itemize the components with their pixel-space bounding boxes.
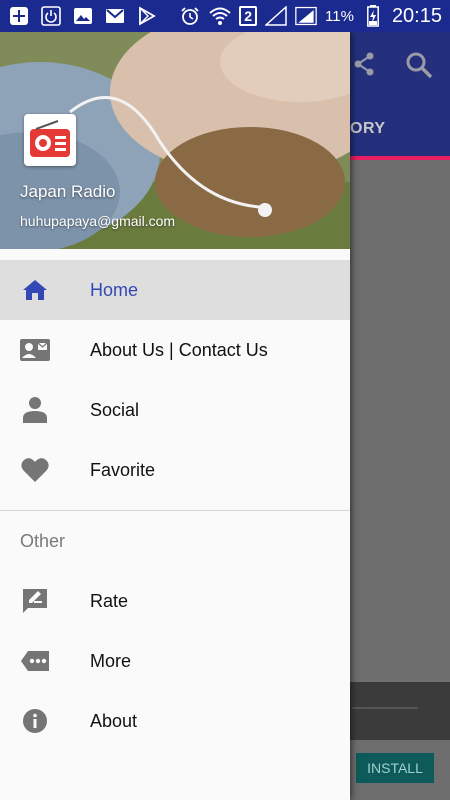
gmail-notification-icon bbox=[104, 5, 126, 27]
menu-label-favorite: Favorite bbox=[90, 459, 156, 480]
wifi-icon bbox=[209, 5, 231, 27]
menu-item-rate[interactable]: Rate bbox=[0, 571, 350, 631]
search-icon[interactable] bbox=[404, 50, 434, 80]
menu-item-favorite[interactable]: Favorite bbox=[0, 440, 350, 500]
player-progress bbox=[352, 707, 418, 709]
share-icon[interactable] bbox=[350, 50, 378, 78]
home-icon bbox=[20, 275, 50, 305]
menu-label-rate: Rate bbox=[90, 590, 129, 611]
contact-card-icon bbox=[20, 335, 50, 365]
drawer-header: Japan Radio huhupapaya@gmail.com bbox=[0, 32, 350, 249]
heart-icon bbox=[20, 455, 50, 485]
menu-item-social[interactable]: Social bbox=[0, 380, 350, 440]
menu-item-about-contact[interactable]: About Us | Contact Us bbox=[0, 320, 350, 380]
sim-slot-indicator: 2 bbox=[239, 6, 258, 26]
section-header-other: Other bbox=[20, 530, 66, 551]
signal-icon bbox=[295, 5, 317, 27]
clock: 20:15 bbox=[391, 4, 442, 27]
tab-history-partial[interactable]: ORY bbox=[350, 120, 386, 138]
battery-charging-icon bbox=[362, 5, 384, 27]
menu-label-more: More bbox=[90, 650, 132, 671]
person-icon bbox=[20, 395, 50, 425]
app-logo bbox=[24, 114, 76, 166]
menu-item-more[interactable]: More bbox=[0, 631, 350, 691]
menu-label-home: Home bbox=[90, 279, 139, 300]
add-notification-icon bbox=[8, 5, 30, 27]
menu-item-home[interactable]: Home bbox=[0, 260, 350, 320]
image-notification-icon bbox=[72, 5, 94, 27]
info-icon bbox=[20, 706, 50, 736]
navigation-drawer: Japan Radio huhupapaya@gmail.com Home Ab… bbox=[0, 32, 350, 800]
status-bar: 2 11% 20:15 bbox=[0, 0, 450, 32]
more-tag-icon bbox=[20, 646, 50, 676]
menu-label-about-contact: About Us | Contact Us bbox=[90, 339, 268, 360]
drawer-email: huhupapaya@gmail.com bbox=[20, 213, 176, 229]
menu-item-about[interactable]: About bbox=[0, 691, 350, 751]
menu-label-social: Social bbox=[90, 399, 140, 420]
menu-label-about: About bbox=[90, 710, 138, 731]
signal-empty-icon bbox=[265, 5, 287, 27]
rate-review-icon bbox=[20, 586, 50, 616]
install-button[interactable]: INSTALL bbox=[356, 753, 434, 783]
drawer-menu: Home About Us | Contact Us Social Favori… bbox=[0, 249, 350, 751]
battery-percentage: 11% bbox=[325, 7, 354, 25]
drawer-app-title: Japan Radio bbox=[20, 182, 116, 201]
power-notification-icon bbox=[40, 5, 62, 27]
play-store-notification-icon bbox=[136, 5, 158, 27]
alarm-icon bbox=[179, 5, 201, 27]
